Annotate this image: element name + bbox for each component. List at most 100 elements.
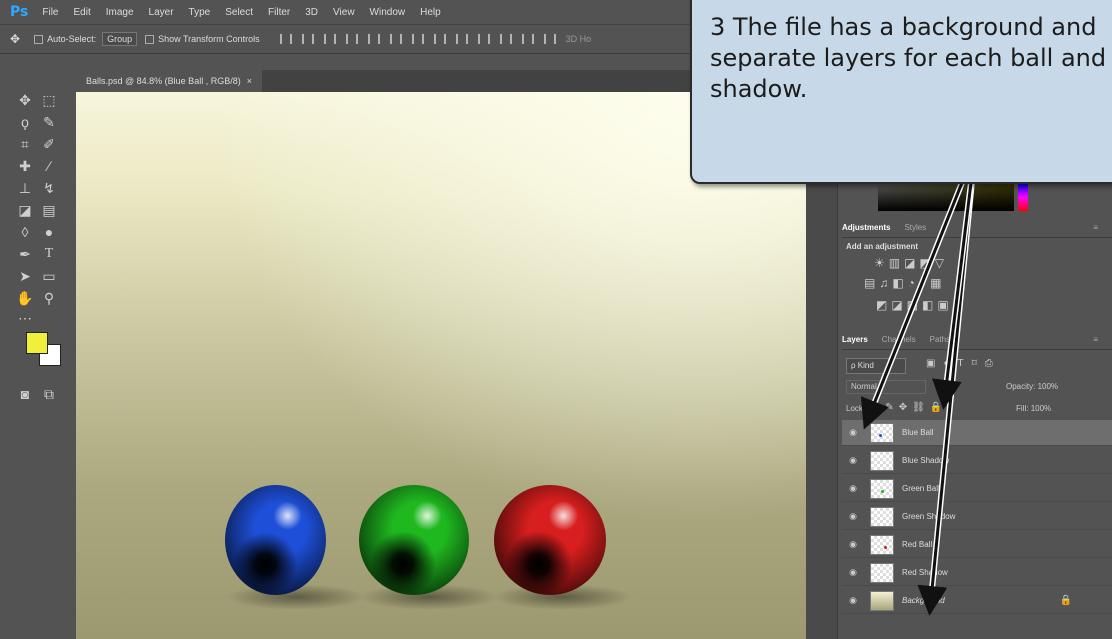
dodge-tool-icon[interactable]: ● xyxy=(38,222,60,242)
align-top-icon[interactable] xyxy=(279,34,292,44)
lock-icon: 🔒 xyxy=(1059,595,1072,606)
menu-layer[interactable]: Layer xyxy=(149,7,174,18)
layer-name[interactable]: Blue Ball xyxy=(902,428,934,437)
layer-row-red-shadow[interactable]: ◉ Red Shadow xyxy=(842,560,1112,586)
rectangle-tool-icon[interactable]: ▭ xyxy=(38,266,60,286)
lock-icons[interactable]: ⊠✎✥⛓🔒 xyxy=(872,402,947,413)
layer-name[interactable]: Green Shadow xyxy=(902,512,955,521)
menu-window[interactable]: Window xyxy=(370,7,406,18)
zoom-tool-icon[interactable]: ⚲ xyxy=(38,288,60,308)
visibility-eye-icon[interactable]: ◉ xyxy=(842,511,864,522)
align-right-icon[interactable] xyxy=(389,34,402,44)
history-brush-tool-icon[interactable]: ↯ xyxy=(38,178,60,198)
distribute-vcenter-icon[interactable] xyxy=(433,34,446,44)
menu-image[interactable]: Image xyxy=(106,7,134,18)
align-hcenter-icon[interactable] xyxy=(367,34,380,44)
layer-filter-icons[interactable]: ▣●T⌑⎙ xyxy=(926,358,1001,369)
menu-3d[interactable]: 3D xyxy=(305,7,318,18)
foreground-color-swatch[interactable] xyxy=(26,332,48,354)
lock-label: Lock: xyxy=(846,404,866,413)
distribute-right-icon[interactable] xyxy=(521,34,534,44)
layer-row-green-shadow[interactable]: ◉ Green Shadow xyxy=(842,504,1112,530)
screen-mode-icon[interactable]: ⧉ xyxy=(38,384,60,404)
pen-tool-icon[interactable]: ✒ xyxy=(14,244,36,264)
close-tab-icon[interactable]: × xyxy=(247,76,252,86)
more-tools-icon[interactable]: ⋯ xyxy=(14,308,36,328)
panel-menu-icon[interactable]: ≡ xyxy=(1093,223,1098,232)
visibility-eye-icon[interactable]: ◉ xyxy=(842,455,864,466)
adjustment-hint: Add an adjustment xyxy=(846,242,919,251)
menu-filter[interactable]: Filter xyxy=(268,7,290,18)
adjustment-icons-row-3[interactable]: ◩◪▩◧▣ xyxy=(876,298,953,312)
tab-paths[interactable]: Paths xyxy=(930,335,950,344)
stamp-tool-icon[interactable]: ⊥ xyxy=(14,178,36,198)
adjustment-icons-row-2[interactable]: ▤♫◧◔◑▦ xyxy=(864,276,946,290)
fill-value[interactable]: 100% xyxy=(1031,404,1051,413)
layer-row-blue-ball[interactable]: ◉ Blue Ball xyxy=(842,420,1112,446)
move-tool-icon[interactable]: ✥ xyxy=(14,90,36,110)
eyedropper-tool-icon[interactable]: ✐ xyxy=(38,134,60,154)
layer-name[interactable]: Red Shadow xyxy=(902,568,948,577)
menu-type[interactable]: Type xyxy=(189,7,211,18)
distribute-hcenter-icon[interactable] xyxy=(499,34,512,44)
healing-tool-icon[interactable]: ✚ xyxy=(14,156,36,176)
menu-view[interactable]: View xyxy=(333,7,355,18)
distribute-top-icon[interactable] xyxy=(411,34,424,44)
blur-tool-icon[interactable]: ◊ xyxy=(14,222,36,242)
menu-select[interactable]: Select xyxy=(225,7,253,18)
move-tool-icon[interactable]: ✥ xyxy=(10,32,20,46)
quick-mask-icon[interactable]: ◙ xyxy=(14,384,36,404)
layers-menu-icon[interactable]: ≡ xyxy=(1093,335,1098,344)
opacity-value[interactable]: 100% xyxy=(1038,382,1058,391)
brush-tool-icon[interactable]: ∕ xyxy=(38,156,60,176)
lasso-tool-icon[interactable]: ϙ xyxy=(14,112,36,132)
distribute-bottom-icon[interactable] xyxy=(455,34,468,44)
auto-select-dropdown[interactable]: Group xyxy=(102,32,138,46)
layer-filter-kind[interactable]: ρ Kind xyxy=(846,358,906,374)
layer-name[interactable]: Background xyxy=(902,596,945,605)
distribute-left-icon[interactable] xyxy=(477,34,490,44)
tab-styles[interactable]: Styles xyxy=(904,223,926,232)
quick-select-tool-icon[interactable]: ✎ xyxy=(38,112,60,132)
visibility-eye-icon[interactable]: ◉ xyxy=(842,539,864,550)
layer-row-green-ball[interactable]: ◉ Green Ball xyxy=(842,476,1112,502)
visibility-eye-icon[interactable]: ◉ xyxy=(842,427,864,438)
marquee-tool-icon[interactable]: ⬚ xyxy=(38,90,60,110)
adjustment-icons-row-1[interactable]: ☀▥◪◩▽ xyxy=(874,256,948,270)
auto-align-icon[interactable] xyxy=(543,34,556,44)
fill-control[interactable]: Fill: 100% xyxy=(1016,404,1051,413)
visibility-eye-icon[interactable]: ◉ xyxy=(842,483,864,494)
gradient-tool-icon[interactable]: ▤ xyxy=(38,200,60,220)
layer-name[interactable]: Green Ball xyxy=(902,484,940,493)
auto-select-checkbox[interactable] xyxy=(34,34,44,44)
tab-layers[interactable]: Layers xyxy=(842,335,868,344)
document-tab[interactable]: Balls.psd @ 84.8% (Blue Ball , RGB/8) × xyxy=(76,70,262,92)
menu-help[interactable]: Help xyxy=(420,7,441,18)
menu-edit[interactable]: Edit xyxy=(73,7,90,18)
layer-row-red-ball[interactable]: ◉ Red Ball xyxy=(842,532,1112,558)
align-left-icon[interactable] xyxy=(345,34,358,44)
layer-name[interactable]: Blue Shadow xyxy=(902,456,949,465)
hand-tool-icon[interactable]: ✋ xyxy=(14,288,36,308)
show-transform-checkbox[interactable] xyxy=(145,34,155,44)
opacity-label: Opacity: xyxy=(1006,382,1036,391)
visibility-eye-icon[interactable]: ◉ xyxy=(842,567,864,578)
tab-adjustments[interactable]: Adjustments xyxy=(842,223,890,232)
tab-channels[interactable]: Channels xyxy=(882,335,916,344)
kind-label: Kind xyxy=(857,361,874,370)
align-bottom-icon[interactable] xyxy=(323,34,336,44)
eraser-tool-icon[interactable]: ◪ xyxy=(14,200,36,220)
document-tab-title: Balls.psd @ 84.8% (Blue Ball , RGB/8) xyxy=(86,76,241,86)
layer-name[interactable]: Red Ball xyxy=(902,540,932,549)
blend-mode-select[interactable]: Normal xyxy=(846,380,926,394)
menu-file[interactable]: File xyxy=(42,7,58,18)
type-tool-icon[interactable]: T xyxy=(38,244,60,264)
crop-tool-icon[interactable]: ⌗ xyxy=(14,134,36,154)
align-vcenter-icon[interactable] xyxy=(301,34,314,44)
path-select-tool-icon[interactable]: ➤ xyxy=(14,266,36,286)
visibility-eye-icon[interactable]: ◉ xyxy=(842,595,864,606)
layer-row-blue-shadow[interactable]: ◉ Blue Shadow xyxy=(842,448,1112,474)
auto-select-label: Auto-Select: xyxy=(47,34,97,44)
opacity-control[interactable]: Opacity: 100% xyxy=(1006,382,1058,391)
layer-row-background[interactable]: ◉ Background 🔒 xyxy=(842,588,1112,614)
